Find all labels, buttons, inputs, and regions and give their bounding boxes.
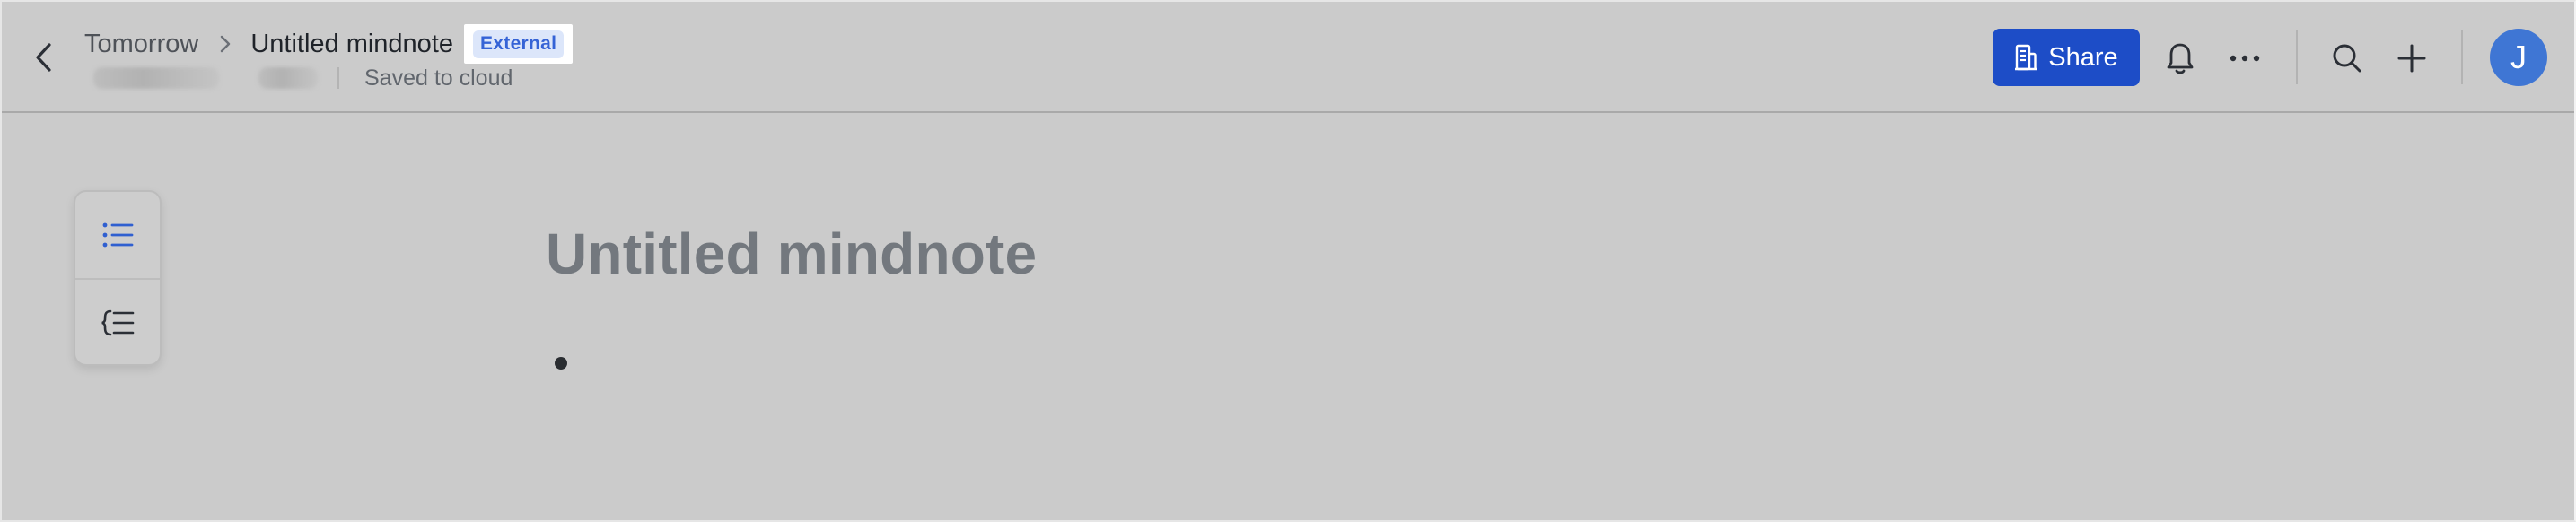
document-meta: Saved to cloud <box>90 65 513 91</box>
building-icon <box>2014 44 2037 71</box>
view-mode-toolbar <box>74 190 162 366</box>
document-name[interactable]: Untitled mindnote <box>250 30 453 59</box>
plus-icon <box>2396 43 2427 74</box>
mindmap-icon <box>101 309 135 337</box>
user-avatar[interactable]: J <box>2490 29 2547 86</box>
header-divider-2 <box>2461 30 2463 84</box>
breadcrumb: Tomorrow Untitled mindnote External <box>84 24 574 64</box>
redacted-owner <box>93 67 219 89</box>
header-divider <box>2296 30 2298 84</box>
empty-bullet-node[interactable] <box>555 357 567 370</box>
bulleted-list-icon <box>101 221 134 249</box>
chevron-left-icon <box>33 42 53 73</box>
top-bar: Tomorrow Untitled mindnote External Save… <box>2 2 2574 113</box>
share-button[interactable]: Share <box>1993 29 2140 86</box>
more-options-button[interactable] <box>2224 38 2265 79</box>
search-icon <box>2331 42 2363 74</box>
redacted-time <box>258 67 318 89</box>
chevron-right-icon <box>220 35 231 53</box>
external-badge[interactable]: External <box>473 30 565 58</box>
mindmap-view-button[interactable] <box>75 280 160 364</box>
outline-view-button[interactable] <box>75 192 160 278</box>
back-button[interactable] <box>25 39 61 75</box>
more-horizontal-icon <box>2229 54 2261 63</box>
breadcrumb-parent-link[interactable]: Tomorrow <box>84 30 198 59</box>
bell-icon <box>2165 41 2195 75</box>
create-button[interactable] <box>2391 38 2432 79</box>
meta-divider <box>337 67 339 89</box>
share-label: Share <box>2048 42 2118 72</box>
search-button[interactable] <box>2326 38 2368 79</box>
save-status: Saved to cloud <box>364 65 513 91</box>
notification-button[interactable] <box>2160 38 2201 79</box>
external-tag-highlight: External <box>464 24 574 64</box>
page-title[interactable]: Untitled mindnote <box>546 221 1037 287</box>
